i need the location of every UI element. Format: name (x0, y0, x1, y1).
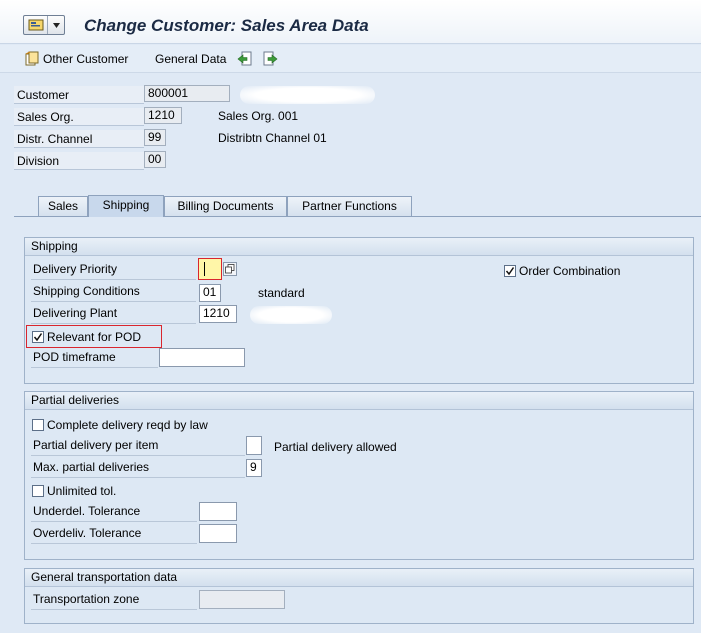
transportation-group-title: General transportation data (25, 569, 693, 587)
relevant-for-pod-checkbox[interactable]: Relevant for POD (32, 328, 141, 346)
partial-per-item-description: Partial delivery allowed (274, 440, 397, 454)
distr-channel-label: Distr. Channel (14, 130, 144, 148)
checkbox-box (32, 419, 44, 431)
transportation-zone-field (199, 590, 285, 609)
customer-field: 800001 (144, 85, 230, 102)
menu-icon (24, 16, 48, 34)
distr-channel-description: Distribtn Channel 01 (218, 131, 327, 145)
other-customer-icon (24, 51, 40, 67)
redacted-plant-name (250, 306, 332, 324)
unlimited-tolerance-checkbox[interactable]: Unlimited tol. (32, 482, 116, 500)
shipping-conditions-label: Shipping Conditions (31, 282, 196, 302)
order-combination-label: Order Combination (519, 264, 621, 278)
next-screen-icon[interactable] (262, 51, 278, 67)
max-partial-field[interactable]: 9 (246, 459, 262, 477)
value-help-icon[interactable] (223, 262, 237, 276)
complete-delivery-checkbox[interactable]: Complete delivery reqd by law (32, 416, 208, 434)
partial-per-item-field[interactable] (246, 436, 262, 455)
customer-label: Customer (14, 86, 144, 104)
delivery-priority-field[interactable] (198, 258, 222, 280)
checkmark-icon (504, 265, 516, 277)
delivering-plant-field[interactable]: 1210 (199, 305, 237, 323)
tab-partner-functions[interactable]: Partner Functions (287, 196, 412, 216)
tab-shipping[interactable]: Shipping (88, 195, 164, 217)
distr-channel-field: 99 (144, 129, 166, 146)
transportation-zone-label: Transportation zone (31, 590, 197, 610)
underdelivery-tolerance-label: Underdel. Tolerance (31, 502, 197, 522)
sales-org-field: 1210 (144, 107, 182, 124)
general-data-button[interactable]: General Data (155, 51, 226, 67)
overdelivery-tolerance-field[interactable] (199, 524, 237, 543)
checkbox-box (32, 485, 44, 497)
sales-org-description: Sales Org. 001 (218, 109, 299, 123)
redacted-customer-name (240, 86, 375, 104)
division-field: 00 (144, 151, 166, 168)
checkmark-icon (32, 331, 44, 343)
previous-screen-icon[interactable] (237, 51, 253, 67)
shipping-conditions-description: standard (258, 286, 305, 300)
partial-per-item-label: Partial delivery per item (31, 436, 245, 456)
unlimited-tolerance-label: Unlimited tol. (47, 484, 117, 498)
general-data-label: General Data (155, 52, 227, 66)
pod-timeframe-field[interactable] (159, 348, 245, 367)
overdelivery-tolerance-label: Overdeliv. Tolerance (31, 524, 197, 544)
page-title: Change Customer: Sales Area Data (84, 16, 369, 35)
system-menu-button[interactable] (23, 15, 65, 35)
other-customer-button[interactable]: Other Customer (24, 51, 128, 67)
division-label: Division (14, 152, 144, 170)
relevant-for-pod-label: Relevant for POD (47, 330, 142, 344)
text-cursor (204, 262, 205, 276)
delivery-priority-label: Delivery Priority (31, 260, 196, 280)
delivering-plant-label: Delivering Plant (31, 304, 196, 324)
tab-sales[interactable]: Sales (38, 196, 88, 216)
shipping-conditions-field[interactable]: 01 (199, 284, 221, 302)
sales-org-label: Sales Org. (14, 108, 144, 126)
complete-delivery-label: Complete delivery reqd by law (47, 418, 208, 432)
other-customer-label: Other Customer (43, 52, 129, 66)
order-combination-checkbox[interactable]: Order Combination (504, 262, 620, 280)
underdelivery-tolerance-field[interactable] (199, 502, 237, 521)
max-partial-label: Max. partial deliveries (31, 458, 245, 478)
chevron-down-icon (48, 22, 64, 28)
tab-billing-documents[interactable]: Billing Documents (164, 196, 287, 216)
partial-deliveries-group-title: Partial deliveries (25, 392, 693, 410)
shipping-group-title: Shipping (25, 238, 693, 256)
pod-timeframe-label: POD timeframe (31, 348, 158, 368)
